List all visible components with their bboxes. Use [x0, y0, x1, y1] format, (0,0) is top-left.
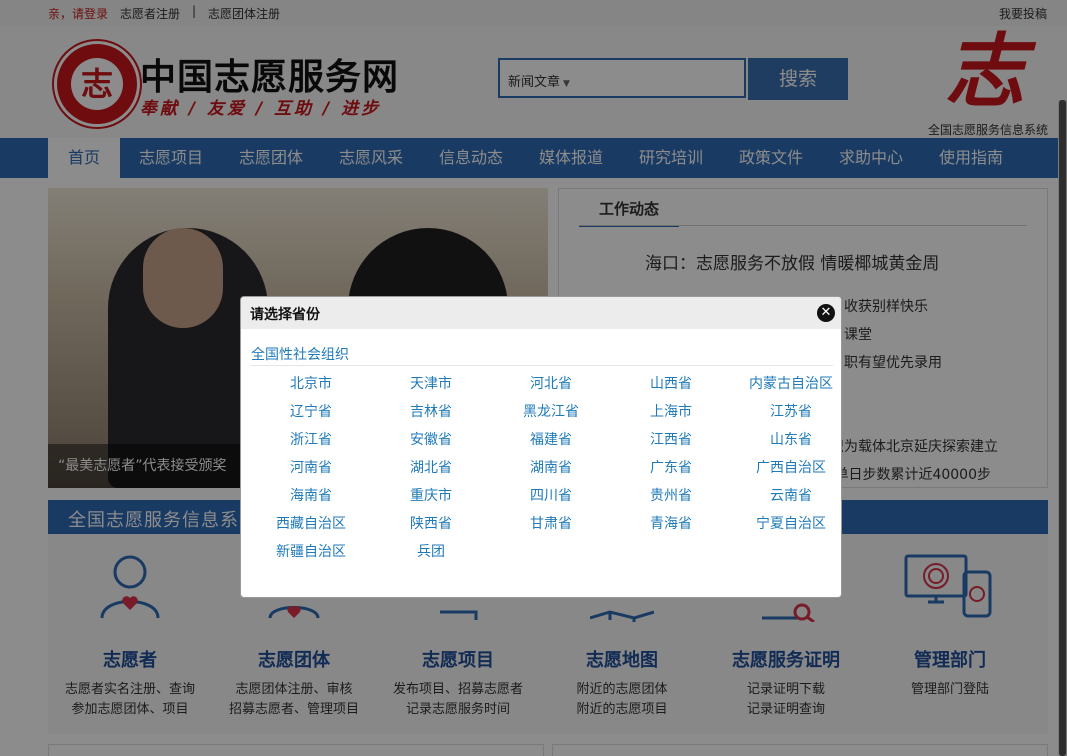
province-link[interactable]: 辽宁省 [251, 401, 371, 421]
province-link[interactable]: 上海市 [611, 401, 731, 421]
province-select-modal: 请选择省份 ✕ 全国性社会组织 北京市 天津市 河北省 山西省 内蒙古自治区辽宁省 吉林省… [240, 296, 842, 598]
province-link[interactable]: 黑龙江省 [491, 401, 611, 421]
province-link[interactable]: 天津市 [371, 373, 491, 393]
province-link[interactable]: 湖南省 [491, 457, 611, 477]
modal-title: 请选择省份 [250, 307, 320, 323]
province-link[interactable]: 四川省 [491, 485, 611, 505]
province-link[interactable]: 山西省 [611, 373, 731, 393]
province-link[interactable]: 兵团 [371, 541, 491, 561]
province-link[interactable]: 江西省 [611, 429, 731, 449]
province-link[interactable]: 福建省 [491, 429, 611, 449]
national-org-link[interactable]: 全国性社会组织 [251, 344, 349, 364]
province-link[interactable]: 安徽省 [371, 429, 491, 449]
province-link[interactable]: 浙江省 [251, 429, 371, 449]
divider [251, 365, 833, 366]
province-link[interactable]: 湖北省 [371, 457, 491, 477]
province-link[interactable]: 海南省 [251, 485, 371, 505]
province-link[interactable]: 重庆市 [371, 485, 491, 505]
province-link[interactable]: 甘肃省 [491, 513, 611, 533]
province-link[interactable]: 宁夏自治区 [731, 513, 841, 533]
province-link[interactable]: 新疆自治区 [251, 541, 371, 561]
province-link[interactable]: 贵州省 [611, 485, 731, 505]
province-link[interactable]: 江苏省 [731, 401, 841, 421]
province-link[interactable]: 河南省 [251, 457, 371, 477]
province-link[interactable]: 云南省 [731, 485, 841, 505]
province-link[interactable]: 内蒙古自治区 [731, 373, 841, 393]
province-link[interactable]: 北京市 [251, 373, 371, 393]
province-link[interactable]: 西藏自治区 [251, 513, 371, 533]
modal-header: 请选择省份 ✕ [241, 297, 841, 329]
province-link[interactable]: 山东省 [731, 429, 841, 449]
province-link[interactable]: 河北省 [491, 373, 611, 393]
province-link[interactable]: 广东省 [611, 457, 731, 477]
province-link[interactable]: 陕西省 [371, 513, 491, 533]
province-link[interactable]: 广西自治区 [731, 457, 841, 477]
close-icon[interactable]: ✕ [817, 304, 835, 322]
province-link[interactable]: 青海省 [611, 513, 731, 533]
province-link[interactable]: 吉林省 [371, 401, 491, 421]
